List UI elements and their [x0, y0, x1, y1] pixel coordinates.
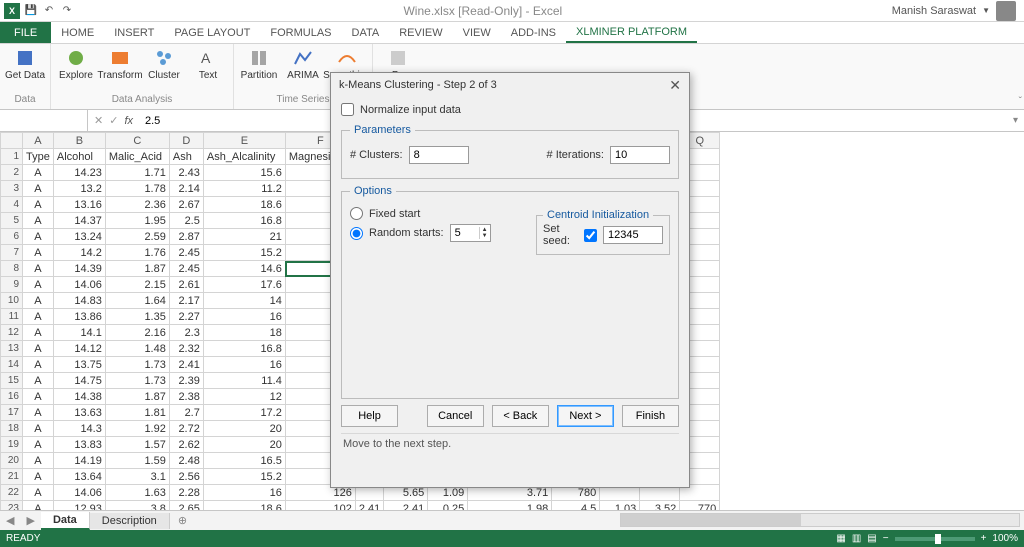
view-normal-icon[interactable]: ▦ — [836, 533, 845, 544]
clusters-input[interactable] — [409, 146, 469, 164]
arima-icon — [293, 48, 313, 68]
tab-home[interactable]: HOME — [51, 22, 104, 43]
cancel-formula-icon[interactable]: ✕ — [94, 114, 103, 127]
tab-formulas[interactable]: FORMULAS — [260, 22, 341, 43]
zoom-in-icon[interactable]: + — [981, 533, 987, 544]
normalize-check-input[interactable] — [341, 103, 354, 116]
fixed-start-radio[interactable] — [350, 207, 363, 220]
back-button[interactable]: < Back — [492, 405, 549, 427]
ribbon-partition[interactable]: Partition — [238, 46, 280, 81]
smoothing-icon — [337, 48, 357, 68]
cancel-button[interactable]: Cancel — [427, 405, 484, 427]
tab-addins[interactable]: ADD-INS — [501, 22, 566, 43]
iterations-label: # Iterations: — [547, 149, 604, 161]
clusters-label: # Clusters: — [350, 149, 403, 161]
tab-xlminer[interactable]: XLMINER PLATFORM — [566, 22, 697, 43]
random-start-radio[interactable] — [350, 227, 363, 240]
sheet-nav-prev-icon[interactable]: ◀ — [0, 514, 20, 527]
sheet-tab-description[interactable]: Description — [90, 513, 170, 529]
accept-formula-icon[interactable]: ✓ — [109, 114, 118, 127]
tab-review[interactable]: REVIEW — [389, 22, 452, 43]
tab-data[interactable]: DATA — [342, 22, 390, 43]
view-break-icon[interactable]: ▤ — [867, 533, 876, 544]
menu-tabs: FILE HOME INSERT PAGE LAYOUT FORMULAS DA… — [0, 22, 1024, 44]
tab-insert[interactable]: INSERT — [104, 22, 164, 43]
partition-icon — [249, 48, 269, 68]
avatar[interactable] — [996, 1, 1016, 21]
user-dropdown-icon[interactable]: ▼ — [982, 6, 990, 15]
finish-button[interactable]: Finish — [622, 405, 679, 427]
dialog-hint: Move to the next step. — [341, 433, 679, 483]
cluster-icon — [154, 48, 174, 68]
iterations-input[interactable] — [610, 146, 670, 164]
horizontal-scrollbar[interactable] — [620, 513, 1020, 527]
fx-icon[interactable]: fx — [124, 115, 133, 127]
seed-checkbox[interactable] — [584, 229, 597, 242]
transform-icon — [110, 48, 130, 68]
window-title: Wine.xlsx [Read-Only] - Excel — [74, 4, 892, 18]
qa-save-icon[interactable]: 💾 — [24, 4, 38, 18]
sheet-tab-data[interactable]: Data — [41, 512, 90, 530]
formula-expand-icon[interactable]: ▾ — [1007, 115, 1024, 126]
name-box[interactable] — [0, 110, 88, 131]
ribbon-arima[interactable]: ARIMA — [282, 46, 324, 81]
ribbon-transform[interactable]: Transform — [99, 46, 141, 81]
centroid-fieldset: Centroid Initialization Set seed: — [536, 209, 670, 255]
tab-page-layout[interactable]: PAGE LAYOUT — [164, 22, 260, 43]
zoom-slider[interactable] — [895, 537, 975, 541]
status-text: READY — [6, 533, 40, 544]
tab-file[interactable]: FILE — [0, 22, 51, 43]
database-icon — [15, 48, 35, 68]
random-starts-spinner[interactable]: ▲▼ — [450, 224, 491, 242]
normalize-checkbox[interactable]: Normalize input data — [341, 101, 679, 118]
ribbon-group-data-label: Data — [4, 94, 46, 107]
excel-icon: X — [4, 3, 20, 19]
qa-redo-icon[interactable]: ↷ — [60, 4, 74, 18]
sheet-nav-next-icon[interactable]: ▶ — [20, 514, 40, 527]
random-starts-input[interactable] — [451, 225, 479, 241]
user-name: Manish Saraswat — [892, 5, 976, 17]
view-layout-icon[interactable]: ▥ — [852, 533, 861, 544]
svg-text:A: A — [201, 50, 211, 66]
tab-view[interactable]: VIEW — [453, 22, 501, 43]
ribbon-explore[interactable]: Explore — [55, 46, 97, 81]
ribbon-group-analysis-label: Data Analysis — [55, 94, 229, 107]
qa-undo-icon[interactable]: ↶ — [42, 4, 56, 18]
next-button[interactable]: Next > — [557, 405, 614, 427]
seed-input[interactable] — [603, 226, 663, 244]
zoom-level[interactable]: 100% — [992, 533, 1018, 544]
ribbon-text[interactable]: AText — [187, 46, 229, 81]
ribbon-cluster[interactable]: Cluster — [143, 46, 185, 81]
ribbon-get-data[interactable]: Get Data — [4, 46, 46, 81]
dialog-title: k-Means Clustering - Step 2 of 3 — [339, 79, 497, 91]
generic-icon — [388, 48, 408, 68]
text-icon: A — [198, 48, 218, 68]
help-button[interactable]: Help — [341, 405, 398, 427]
options-fieldset: Options Fixed start Random starts: ▲▼ — [341, 185, 679, 399]
parameters-fieldset: Parameters # Clusters: # Iterations: — [341, 124, 679, 179]
kmeans-dialog: k-Means Clustering - Step 2 of 3 ✕ Norma… — [330, 72, 690, 488]
explore-icon — [66, 48, 86, 68]
close-icon[interactable]: ✕ — [669, 77, 681, 94]
zoom-out-icon[interactable]: − — [883, 533, 889, 544]
ribbon-collapse-icon[interactable]: ˇ — [1019, 96, 1022, 107]
spin-down-icon[interactable]: ▼ — [482, 233, 488, 239]
sheet-add-icon[interactable]: ⊕ — [170, 514, 195, 527]
